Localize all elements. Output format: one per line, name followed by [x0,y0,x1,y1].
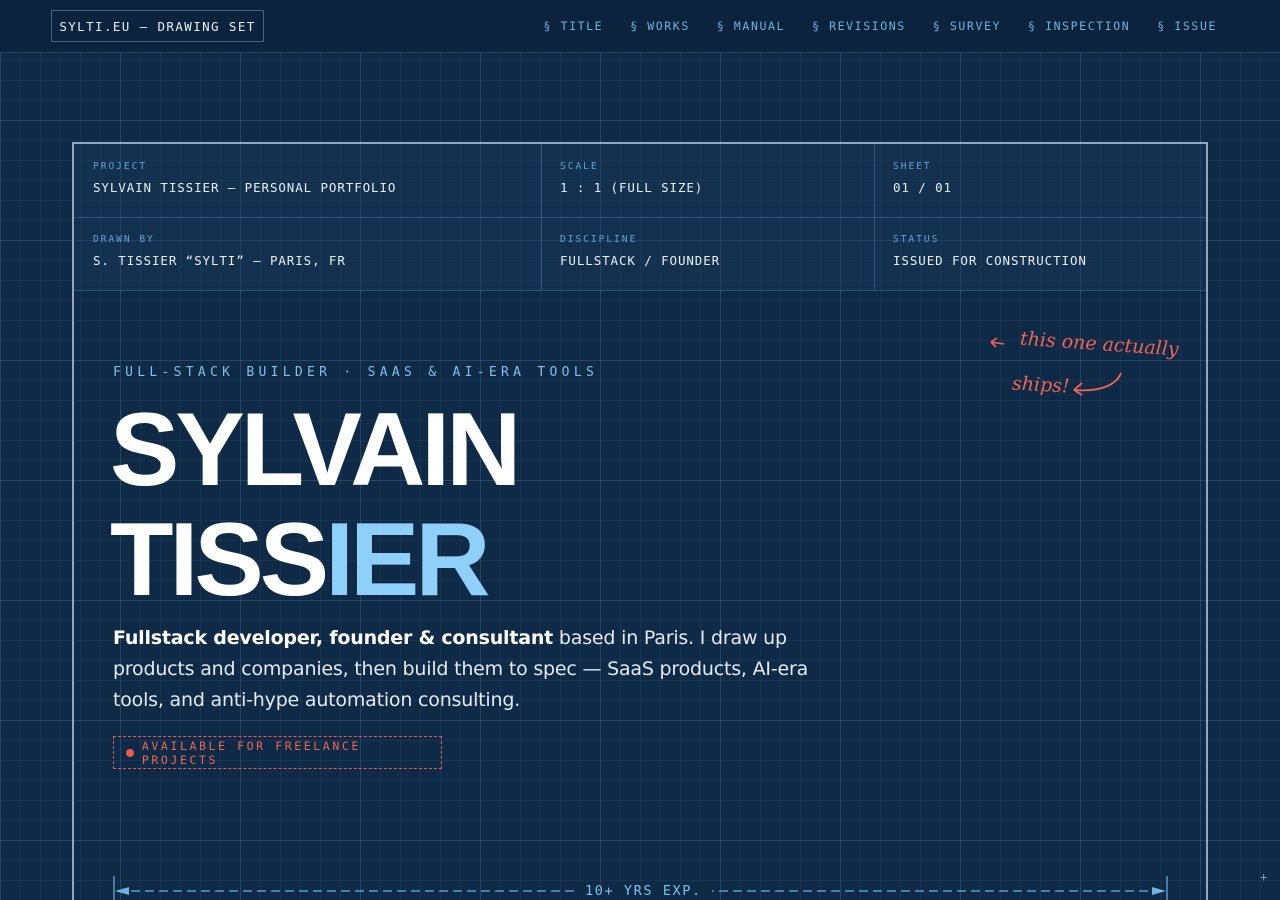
availability-text: AVAILABLE FOR FREELANCE PROJECTS [141,738,361,767]
handwritten-annotation: this one actually ships! [988,328,1188,408]
availability-badge[interactable]: AVAILABLE FOR FREELANCE PROJECTS [113,736,442,769]
main-nav: § TITLE § WORKS § MANUAL § REVISIONS § S… [544,19,1217,33]
tb-sheet-value: 01 / 01 [893,180,952,195]
tb-status-value: ISSUED FOR CONSTRUCTION [893,253,1087,268]
tb-drawn-by: DRAWN BY S. TISSIER “SYLTI” — PARIS, FR [74,217,346,268]
tb-drawn-label: DRAWN BY [93,234,155,245]
top-navigation-bar: SYLTI.EU — DRAWING SET § TITLE § WORKS §… [0,0,1280,53]
tb-discipline: DISCIPLINE FULLSTACK / FOUNDER [541,217,720,268]
nav-survey[interactable]: § SURVEY [933,19,1001,33]
tb-status-label: STATUS [893,234,940,245]
annotation-line2: ships! [1011,372,1071,398]
tb-drawn-value: S. TISSIER “SYLTI” — PARIS, FR [93,253,346,268]
tb-status: STATUS ISSUED FOR CONSTRUCTION [874,217,1087,268]
nav-revisions[interactable]: § REVISIONS [812,19,906,33]
tb-discipline-value: FULLSTACK / FOUNDER [560,253,721,268]
hero-kicker: FULL-STACK BUILDER · SAAS & AI-ERA TOOLS [113,365,599,380]
status-dot-icon [126,748,134,757]
tb-divider [874,144,875,290]
tb-project-label: PROJECT [93,161,148,172]
tb-scale: SCALE 1 : 1 (FULL SIZE) [541,144,703,195]
tb-sheet: SHEET 01 / 01 [874,144,952,195]
nav-works[interactable]: § WORKS [630,19,690,33]
tb-sheet-label: SHEET [893,161,932,172]
hero-name-line2a: TISS [110,502,329,618]
hero-name-line2b: IER [325,502,490,618]
intro-bold: Fullstack developer, founder & consultan… [113,627,554,649]
experience-dimension-line: 10+ YRS EXP. [113,876,1169,900]
nav-manual[interactable]: § MANUAL [717,19,785,33]
title-block: PROJECT SYLVAIN TISSIER — PERSONAL PORTF… [74,144,1206,291]
experience-label: 10+ YRS EXP. [575,883,712,899]
hero-title: SYLVAIN TISSIER [110,392,521,618]
nav-title[interactable]: § TITLE [544,19,604,33]
tb-discipline-label: DISCIPLINE [560,234,638,245]
site-logo[interactable]: SYLTI.EU — DRAWING SET [51,10,264,42]
nav-inspection[interactable]: § INSPECTION [1028,19,1130,33]
tb-scale-label: SCALE [560,161,599,172]
tb-divider [74,217,1206,218]
nav-issue[interactable]: § ISSUE [1157,19,1217,33]
hero-intro: Fullstack developer, founder & consultan… [113,623,853,716]
tb-project-value: SYLVAIN TISSIER — PERSONAL PORTFOLIO [93,180,397,195]
tb-scale-value: 1 : 1 (FULL SIZE) [560,180,704,195]
crosshair-icon: + [1260,870,1268,884]
hero-name-line1: SYLVAIN [110,392,521,508]
tb-divider [74,290,1206,291]
tb-divider [541,144,542,290]
tb-project: PROJECT SYLVAIN TISSIER — PERSONAL PORTF… [74,144,396,195]
